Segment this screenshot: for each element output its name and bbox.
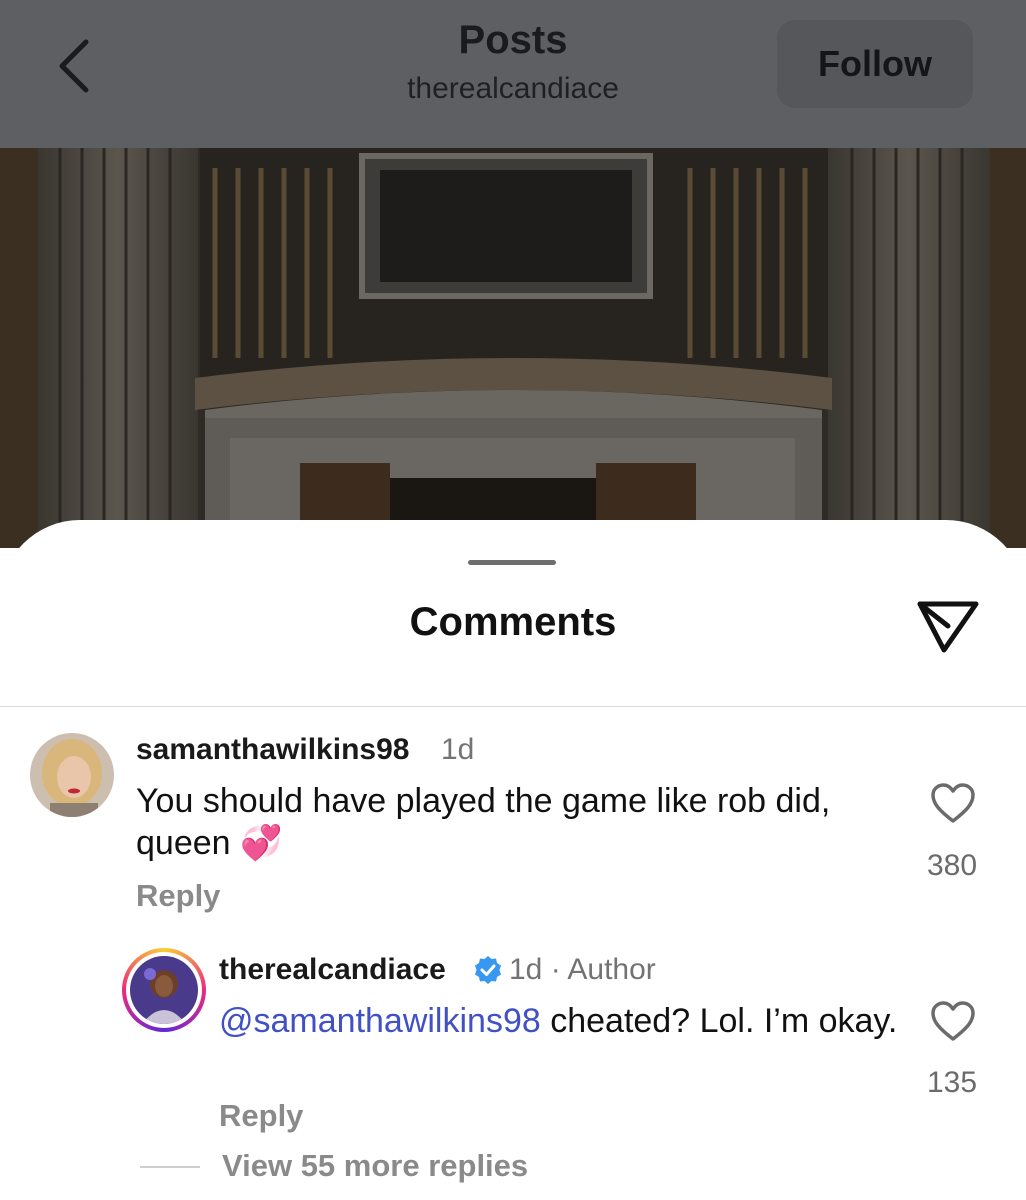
author-tag: Author <box>567 953 656 986</box>
share-button[interactable] <box>912 596 982 656</box>
instagram-comments-screen: Posts therealcandiace Follow Comments sa… <box>0 0 1026 1200</box>
comment-text: You should have played the game like rob… <box>136 780 876 864</box>
like-button[interactable] <box>930 1000 976 1042</box>
avatar-photo <box>130 956 198 1024</box>
two-hearts-emoji: 💞 <box>240 824 283 862</box>
follow-button[interactable]: Follow <box>777 20 973 108</box>
post-image <box>0 148 1026 548</box>
reply-button[interactable]: Reply <box>136 878 220 914</box>
avatar-story-ring[interactable] <box>122 948 206 1032</box>
like-button[interactable] <box>930 782 976 824</box>
send-icon <box>917 601 979 653</box>
heart-icon <box>931 783 975 823</box>
sheet-title: Comments <box>409 600 617 644</box>
sheet-divider <box>0 706 1026 707</box>
reply-time-value: 1d <box>509 953 543 986</box>
verified-check-icon <box>475 956 501 984</box>
reply-button[interactable]: Reply <box>219 1098 303 1134</box>
comment-time: 1d <box>441 733 475 766</box>
heart-icon <box>931 1001 975 1041</box>
top-nav-bar: Posts therealcandiace Follow <box>0 0 1026 148</box>
reply-time: 1d · Author <box>509 953 656 987</box>
sheet-grabber[interactable] <box>468 560 556 565</box>
view-more-replies-button[interactable]: View 55 more replies <box>222 1148 528 1184</box>
reply-text: @samanthawilkins98 cheated? Lol. I’m oka… <box>219 1000 899 1042</box>
post-photo-illustration <box>0 148 1026 548</box>
avatar-photo <box>30 733 114 817</box>
mention-link[interactable]: @samanthawilkins98 <box>219 1002 541 1040</box>
meta-separator: · <box>550 953 561 986</box>
view-replies-line <box>140 1166 200 1168</box>
avatar[interactable] <box>30 733 114 817</box>
verified-badge <box>473 955 503 985</box>
reply-text-body: cheated? Lol. I’m okay. <box>540 1002 898 1040</box>
like-count: 135 <box>926 1066 978 1099</box>
like-count: 380 <box>926 849 978 882</box>
reply-username[interactable]: therealcandiace <box>219 953 446 987</box>
comment-username[interactable]: samanthawilkins98 <box>136 733 409 767</box>
